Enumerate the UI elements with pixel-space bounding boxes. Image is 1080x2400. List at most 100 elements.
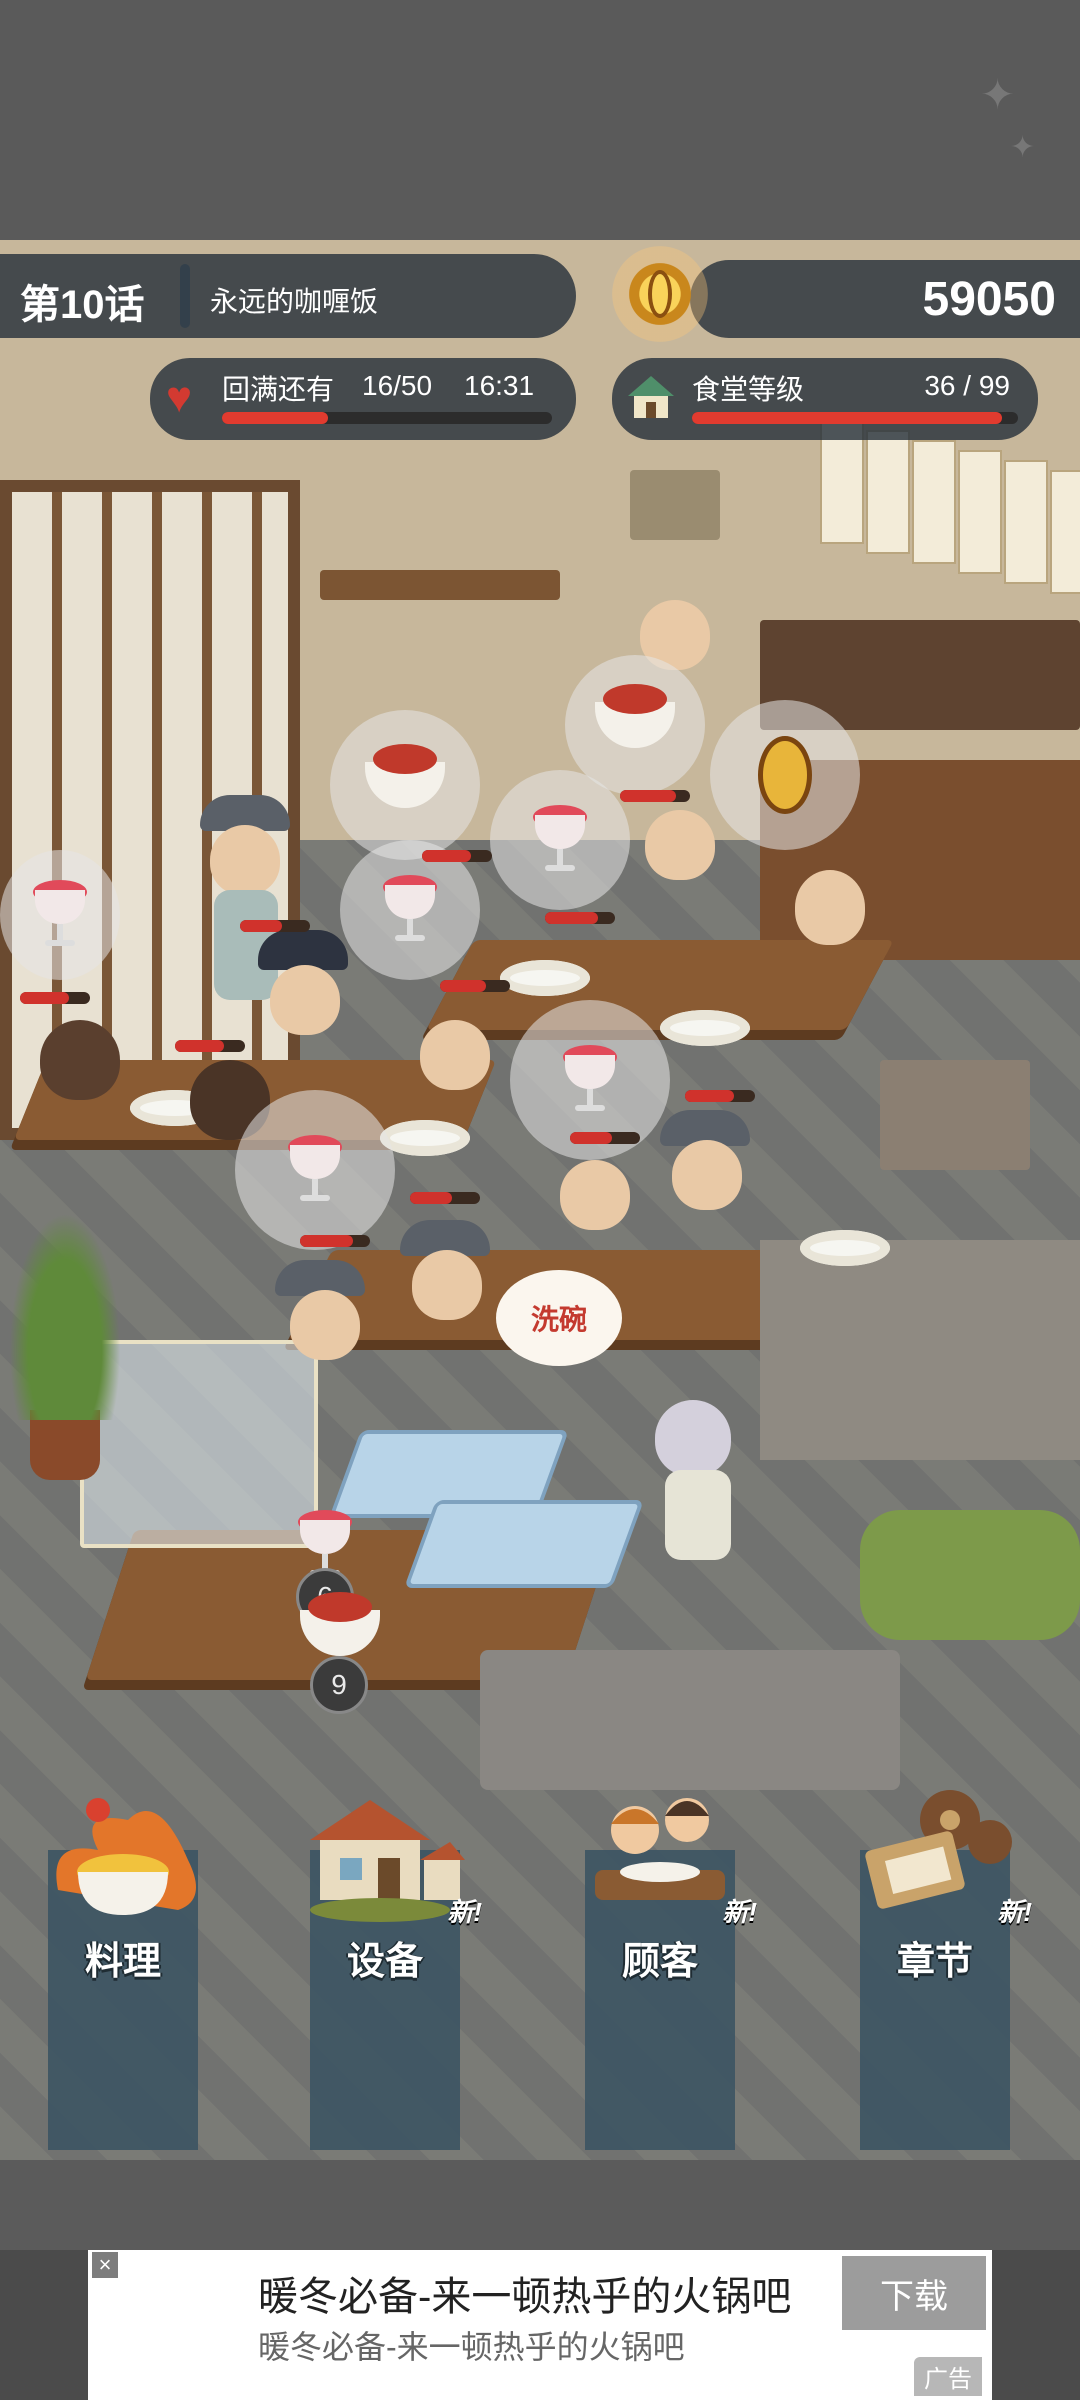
queued-dish[interactable] <box>300 1592 380 1656</box>
customer-hair[interactable] <box>40 1020 120 1100</box>
food-plate <box>380 1120 470 1156</box>
menu-chapters-label: 章节 <box>896 1941 973 1983</box>
customer-face[interactable] <box>290 1290 360 1360</box>
customer-face[interactable] <box>270 965 340 1035</box>
kitchen-counter <box>760 1240 1080 1460</box>
order-bubble[interactable] <box>490 770 630 910</box>
food-plate <box>660 1010 750 1046</box>
stamina-progress-bar <box>222 412 552 424</box>
ad-subtitle[interactable]: 暖冬必备-来一顿热乎的火锅吧 <box>258 2322 685 2368</box>
coin-bubble[interactable] <box>710 700 860 850</box>
patience-bar <box>410 1192 480 1204</box>
patience-bar <box>545 912 615 924</box>
patience-bar <box>300 1235 370 1247</box>
ad-download-button[interactable]: 下载 <box>842 2256 986 2330</box>
new-badge: 新! <box>447 1897 482 1927</box>
customer-face[interactable] <box>795 870 865 945</box>
coin-icon <box>612 246 708 342</box>
wall-menu-card <box>1004 460 1048 584</box>
ad-banner[interactable]: × 暖冬必备-来一顿热乎的火锅吧 暖冬必备-来一顿热乎的火锅吧 下载 广告 <box>88 2250 992 2400</box>
parfait-icon <box>555 1045 625 1115</box>
order-bubble[interactable] <box>565 655 705 795</box>
curry-bowl-icon <box>365 744 445 808</box>
dish-basket[interactable] <box>403 1500 645 1588</box>
television <box>630 470 720 540</box>
customers-icon <box>595 1798 725 1900</box>
menu-cooking-label: 料理 <box>84 1941 161 1983</box>
new-badge: 新! <box>722 1897 757 1927</box>
patience-bar <box>685 1090 755 1102</box>
vegetable-pile <box>860 1510 1080 1640</box>
ad-title[interactable]: 暖冬必备-来一顿热乎的火锅吧 <box>258 2264 791 2322</box>
wall-menu-card <box>1050 470 1080 594</box>
menu-customers-button[interactable]: 顾客 新! <box>585 1780 757 2150</box>
grandma-cook[interactable] <box>655 1400 731 1476</box>
food-plate <box>500 960 590 996</box>
stamina-count: 16/50 <box>362 370 433 401</box>
chapter-number: 第10话 <box>20 283 145 327</box>
stamina-timer: 16:31 <box>464 370 535 401</box>
wash-dishes-bubble[interactable]: 洗碗 <box>496 1270 622 1366</box>
customer-face[interactable] <box>645 810 715 880</box>
canteen-level-progress-bar <box>692 412 1018 424</box>
customer-face <box>210 825 280 895</box>
order-bubble[interactable] <box>235 1090 395 1250</box>
menu-equipment-button[interactable]: 设备 新! <box>310 1780 482 2150</box>
book-shelf <box>320 570 560 600</box>
patience-bar <box>570 1132 640 1144</box>
order-bubble[interactable] <box>330 710 480 860</box>
patience-bar <box>20 992 90 1004</box>
parfait-icon <box>25 880 95 950</box>
parfait-icon <box>375 875 445 945</box>
queue-count-badge: 9 <box>310 1656 368 1714</box>
chapter-banner[interactable]: 第10话 永远的咖喱饭 <box>0 254 576 338</box>
menu-chapters-button[interactable]: 章节 新! <box>860 1780 1032 2150</box>
chapter-title: 永远的咖喱饭 <box>210 286 379 317</box>
menu-customers-label: 顾客 <box>621 1941 698 1983</box>
patience-bar <box>175 1040 245 1052</box>
canteen-level-count: 36 / 99 <box>924 370 1010 401</box>
prep-counter <box>480 1650 900 1790</box>
sparkle-icon: ✦ <box>980 71 1016 118</box>
shop-building-icon <box>310 1800 465 1922</box>
heart-icon: ♥ <box>166 373 193 422</box>
parfait-icon <box>525 805 595 875</box>
menu-backdrop <box>0 2160 1080 2250</box>
police-cap <box>258 930 348 970</box>
customer-face[interactable] <box>420 1020 490 1090</box>
stamina-label: 回满还有 <box>222 374 335 405</box>
food-plate <box>800 1230 890 1266</box>
patience-bar <box>422 850 492 862</box>
new-badge: 新! <box>997 1897 1032 1927</box>
customer-face[interactable] <box>672 1140 742 1210</box>
cash-register[interactable] <box>880 1060 1030 1170</box>
canteen-level-label: 食堂等级 <box>692 374 805 405</box>
patience-bar <box>440 980 510 992</box>
menu-equipment-label: 设备 <box>346 1941 423 1983</box>
film-projector-icon <box>865 1790 1012 1909</box>
menu-cooking-button[interactable]: 料理 <box>48 1780 198 2150</box>
ad-tag-label: 广告 <box>914 2357 982 2396</box>
grandma-body[interactable] <box>665 1470 731 1560</box>
wall-menu-card <box>866 430 910 554</box>
coin-icon <box>758 736 812 814</box>
divider <box>180 264 190 328</box>
bowl-icon <box>300 1592 380 1656</box>
customer-face[interactable] <box>412 1250 482 1320</box>
ad-close-icon[interactable]: × <box>92 2252 118 2278</box>
patience-bar <box>240 920 310 932</box>
stamina-panel[interactable]: ♥ 回满还有 16/50 16:31 <box>150 358 576 440</box>
house-icon <box>628 376 674 418</box>
curry-bowl-icon <box>595 684 675 748</box>
sparkle-icon: ✦ <box>1010 131 1036 164</box>
order-bubble[interactable] <box>0 850 120 980</box>
top-dim-area: ✦ ✦ <box>0 0 1080 240</box>
coin-counter: 59050 <box>690 260 1080 338</box>
canteen-level-panel[interactable]: 食堂等级 36 / 99 <box>612 358 1038 440</box>
coin-value: 59050 <box>922 273 1056 326</box>
parfait-icon <box>280 1135 350 1205</box>
wall-menu-card <box>912 440 956 564</box>
cooking-pot-icon <box>56 1798 196 1915</box>
patience-bar <box>620 790 690 802</box>
customer-face[interactable] <box>560 1160 630 1230</box>
